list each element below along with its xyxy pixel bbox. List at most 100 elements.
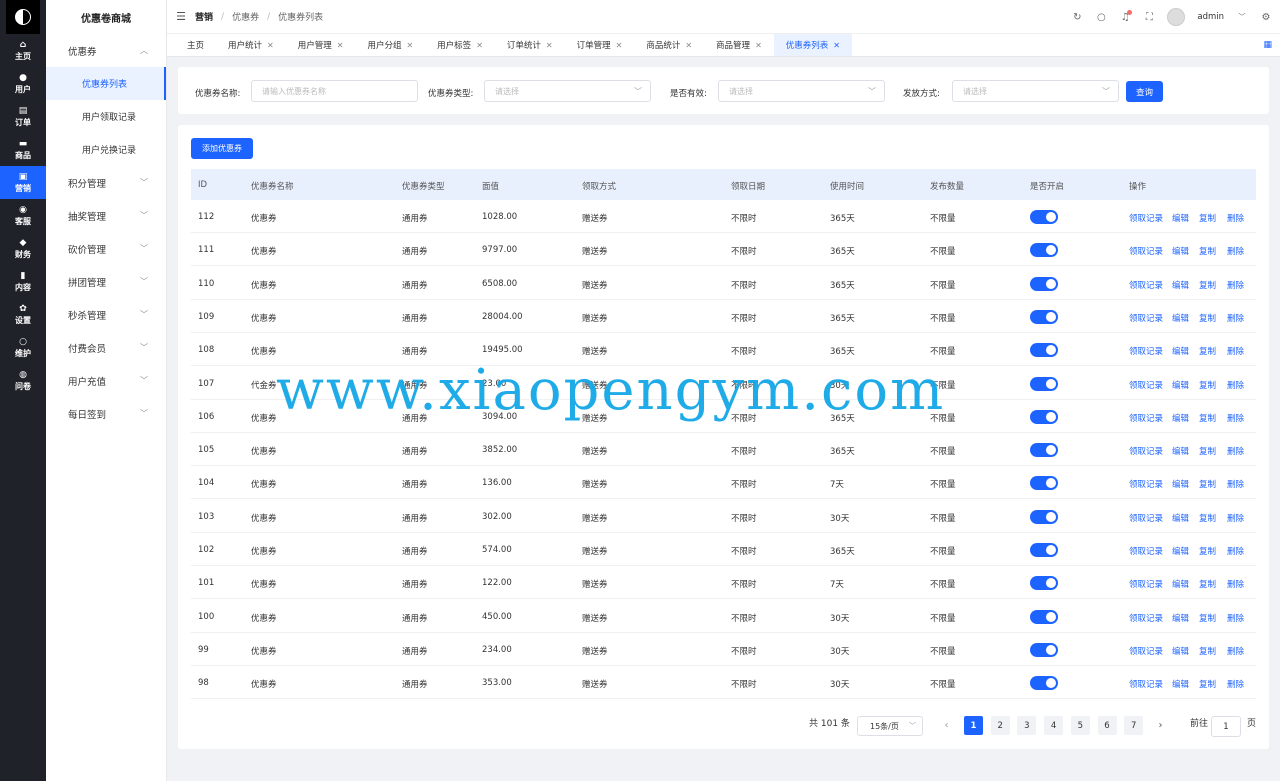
action-records-link[interactable]: 领取记录: [1129, 245, 1163, 257]
rail-item-home[interactable]: ⌂ 主页: [0, 34, 46, 67]
action-records-link[interactable]: 领取记录: [1129, 678, 1163, 690]
page-button[interactable]: 4: [1044, 716, 1064, 735]
action-delete-link[interactable]: 删除: [1227, 545, 1244, 557]
action-delete-link[interactable]: 删除: [1227, 379, 1244, 391]
action-delete-link[interactable]: 删除: [1227, 612, 1244, 624]
action-records-link[interactable]: 领取记录: [1129, 279, 1163, 291]
tab-item[interactable]: 用户分组 ✕: [355, 34, 425, 56]
action-delete-link[interactable]: 删除: [1227, 678, 1244, 690]
goto-page-input[interactable]: 1: [1211, 716, 1241, 737]
action-copy-link[interactable]: 复制: [1199, 478, 1216, 490]
submenu-item[interactable]: 秒杀管理 ﹀: [46, 298, 166, 331]
action-copy-link[interactable]: 复制: [1199, 512, 1216, 524]
submenu-item[interactable]: 积分管理 ﹀: [46, 166, 166, 199]
close-icon[interactable]: ✕: [755, 41, 762, 50]
close-icon[interactable]: ✕: [685, 41, 692, 50]
action-copy-link[interactable]: 复制: [1199, 345, 1216, 357]
action-records-link[interactable]: 领取记录: [1129, 445, 1163, 457]
action-delete-link[interactable]: 删除: [1227, 412, 1244, 424]
submenu-item[interactable]: 抽奖管理 ﹀: [46, 199, 166, 232]
action-edit-link[interactable]: 编辑: [1172, 678, 1189, 690]
gear-icon[interactable]: ⚙: [1260, 12, 1272, 23]
tab-item[interactable]: 用户管理 ✕: [286, 34, 356, 56]
close-icon[interactable]: ✕: [476, 41, 483, 50]
action-edit-link[interactable]: 编辑: [1172, 345, 1189, 357]
tab-item[interactable]: 优惠券列表 ✕: [773, 34, 852, 56]
page-button[interactable]: 1: [964, 716, 983, 735]
tab-item[interactable]: 用户标签 ✕: [425, 34, 495, 56]
close-icon[interactable]: ✕: [337, 41, 344, 50]
enabled-toggle[interactable]: [1030, 543, 1058, 557]
enabled-toggle[interactable]: [1030, 476, 1058, 491]
action-records-link[interactable]: 领取记录: [1129, 412, 1163, 424]
tab-item[interactable]: 商品统计 ✕: [634, 34, 704, 56]
page-button[interactable]: 7: [1124, 716, 1144, 735]
action-records-link[interactable]: 领取记录: [1129, 545, 1163, 557]
submenu-item[interactable]: 拼团管理 ﹀: [46, 265, 166, 298]
search-icon[interactable]: ○: [1095, 12, 1107, 23]
breadcrumb-item[interactable]: 营销: [195, 10, 213, 23]
action-edit-link[interactable]: 编辑: [1172, 312, 1189, 324]
action-edit-link[interactable]: 编辑: [1172, 212, 1189, 224]
tab-item[interactable]: 主页: [175, 34, 216, 56]
action-copy-link[interactable]: 复制: [1199, 245, 1216, 257]
enabled-toggle[interactable]: [1030, 376, 1058, 391]
rail-item-survey[interactable]: ◍ 问卷: [0, 364, 46, 397]
action-records-link[interactable]: 领取记录: [1129, 478, 1163, 490]
close-icon[interactable]: ✕: [406, 41, 413, 50]
action-copy-link[interactable]: 复制: [1199, 678, 1216, 690]
action-edit-link[interactable]: 编辑: [1172, 478, 1189, 490]
action-copy-link[interactable]: 复制: [1199, 279, 1216, 291]
rail-item-settings[interactable]: ✿ 设置: [0, 298, 46, 331]
action-records-link[interactable]: 领取记录: [1129, 379, 1163, 391]
action-records-link[interactable]: 领取记录: [1129, 578, 1163, 590]
chevron-down-icon[interactable]: ﹀: [1236, 12, 1248, 22]
action-copy-link[interactable]: 复制: [1199, 412, 1216, 424]
action-copy-link[interactable]: 复制: [1199, 379, 1216, 391]
close-icon[interactable]: ✕: [267, 41, 274, 50]
tab-item[interactable]: 用户统计 ✕: [216, 34, 286, 56]
rail-item-marketing[interactable]: ▣ 营销: [0, 166, 46, 199]
rail-item-order[interactable]: ▤ 订单: [0, 100, 46, 133]
enabled-toggle[interactable]: [1030, 609, 1058, 624]
action-records-link[interactable]: 领取记录: [1129, 612, 1163, 624]
action-records-link[interactable]: 领取记录: [1129, 645, 1163, 657]
fullscreen-icon[interactable]: ⛶: [1143, 12, 1155, 23]
enabled-toggle[interactable]: [1030, 409, 1058, 424]
enabled-toggle[interactable]: [1030, 443, 1058, 458]
action-copy-link[interactable]: 复制: [1199, 212, 1216, 224]
submenu-group-coupon[interactable]: 优惠券 ︿: [46, 34, 166, 67]
rail-item-maintain[interactable]: ○ 维护: [0, 331, 46, 364]
rail-item-user[interactable]: ● 用户: [0, 67, 46, 100]
page-button[interactable]: 2: [990, 716, 1010, 735]
enabled-toggle[interactable]: [1030, 309, 1058, 324]
action-edit-link[interactable]: 编辑: [1172, 545, 1189, 557]
rail-item-content[interactable]: ▮ 内容: [0, 265, 46, 298]
submenu-item[interactable]: 砍价管理 ﹀: [46, 232, 166, 265]
action-delete-link[interactable]: 删除: [1227, 578, 1244, 590]
valid-select[interactable]: 请选择 ﹀: [718, 80, 885, 102]
avatar[interactable]: [1167, 8, 1186, 26]
enabled-toggle[interactable]: [1030, 243, 1058, 258]
action-delete-link[interactable]: 删除: [1227, 212, 1244, 224]
action-edit-link[interactable]: 编辑: [1172, 412, 1189, 424]
enabled-toggle[interactable]: [1030, 576, 1058, 591]
rail-item-finance[interactable]: ◆ 财务: [0, 232, 46, 265]
tab-item[interactable]: 订单管理 ✕: [565, 34, 635, 56]
bell-icon[interactable]: ♫: [1119, 9, 1133, 23]
page-button[interactable]: 6: [1097, 716, 1117, 735]
coupon-name-input[interactable]: 请输入优惠券名称: [251, 80, 418, 102]
action-records-link[interactable]: 领取记录: [1129, 212, 1163, 224]
submenu-item[interactable]: 用户充值 ﹀: [46, 364, 166, 397]
action-copy-link[interactable]: 复制: [1199, 545, 1216, 557]
breadcrumb-item[interactable]: 优惠券: [232, 10, 259, 23]
action-edit-link[interactable]: 编辑: [1172, 578, 1189, 590]
enabled-toggle[interactable]: [1030, 276, 1058, 291]
coupon-type-select[interactable]: 请选择 ﹀: [484, 80, 651, 102]
action-copy-link[interactable]: 复制: [1199, 612, 1216, 624]
page-button[interactable]: 5: [1070, 716, 1090, 735]
enabled-toggle[interactable]: [1030, 210, 1058, 224]
enabled-toggle[interactable]: [1030, 509, 1058, 524]
refresh-icon[interactable]: ↻: [1071, 12, 1083, 23]
submenu-item[interactable]: 付费会员 ﹀: [46, 331, 166, 364]
